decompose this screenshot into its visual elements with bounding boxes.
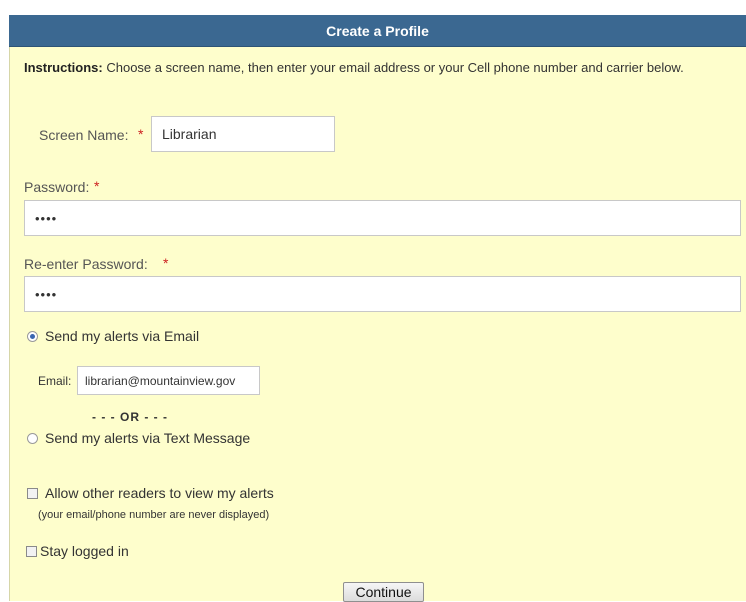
email-label: Email: — [38, 374, 72, 388]
reenter-password-label: Re-enter Password: — [24, 256, 148, 272]
allow-view-label[interactable]: Allow other readers to view my alerts — [45, 485, 274, 501]
instructions-text: Choose a screen name, then enter your em… — [102, 60, 684, 75]
password-value: •••• — [35, 210, 58, 226]
instructions: Instructions: Choose a screen name, then… — [24, 59, 734, 77]
password-label: Password: — [24, 179, 90, 195]
text-alert-label[interactable]: Send my alerts via Text Message — [45, 430, 250, 446]
screen-name-input[interactable]: Librarian — [151, 116, 335, 152]
instructions-label: Instructions: — [24, 60, 103, 75]
screen-name-required-marker: * — [138, 126, 144, 142]
text-alert-radio[interactable] — [27, 433, 38, 444]
reenter-password-input[interactable]: •••• — [24, 276, 741, 312]
or-separator: - - - OR - - - — [92, 410, 168, 424]
email-alert-radio[interactable] — [27, 331, 38, 342]
password-required-marker: * — [94, 178, 100, 194]
page-title: Create a Profile — [9, 15, 746, 47]
password-input[interactable]: •••• — [24, 200, 741, 236]
allow-view-checkbox[interactable] — [27, 488, 38, 499]
email-value: librarian@mountainview.gov — [85, 373, 236, 388]
continue-button[interactable]: Continue — [343, 582, 424, 602]
stay-logged-in-checkbox[interactable] — [26, 546, 37, 557]
reenter-password-value: •••• — [35, 286, 58, 302]
email-alert-label[interactable]: Send my alerts via Email — [45, 328, 199, 344]
screen-name-label: Screen Name: — [39, 127, 129, 143]
stay-logged-in-label[interactable]: Stay logged in — [40, 543, 129, 559]
screen-name-value: Librarian — [162, 126, 217, 142]
email-input[interactable]: librarian@mountainview.gov — [77, 366, 260, 395]
allow-view-note: (your email/phone number are never displ… — [38, 509, 270, 521]
reenter-password-required-marker: * — [163, 255, 169, 271]
